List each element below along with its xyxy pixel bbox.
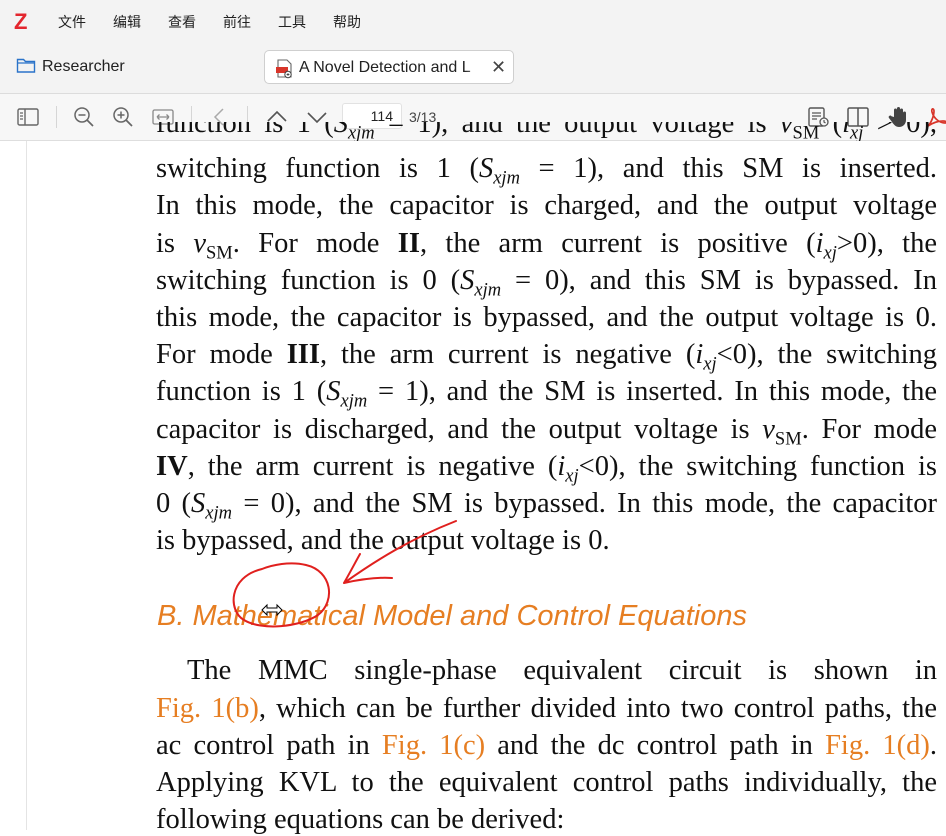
- tab-library[interactable]: Researcher: [16, 56, 125, 78]
- menu-help[interactable]: 帮助: [333, 12, 361, 32]
- close-tab-icon[interactable]: ✕: [491, 57, 506, 78]
- menu-file[interactable]: 文件: [58, 12, 86, 32]
- resize-cursor-icon: [260, 593, 284, 625]
- ink-arrow: [343, 520, 457, 584]
- zoom-in-icon[interactable]: [111, 105, 135, 129]
- pdf-page: function is 1 (Sxjm = 1), and the output…: [0, 122, 946, 835]
- app-logo[interactable]: Z: [14, 9, 27, 35]
- menu-go[interactable]: 前往: [223, 12, 251, 32]
- clipped-text-line: function is 1 (Sxjm = 1), and the output…: [156, 122, 937, 141]
- pdf-file-icon: [275, 59, 295, 84]
- menu-edit[interactable]: 编辑: [113, 12, 141, 32]
- sidebar-toggle-icon[interactable]: [16, 105, 40, 129]
- ink-annotation: [232, 520, 457, 628]
- tab-bar: Researcher A Novel Detection and L ✕: [0, 42, 946, 94]
- tab-library-label: Researcher: [42, 58, 125, 75]
- folder-icon: [16, 56, 36, 79]
- menu-tools[interactable]: 工具: [278, 12, 306, 32]
- tab-document-label: A Novel Detection and L: [299, 59, 471, 76]
- tab-document[interactable]: A Novel Detection and L ✕: [264, 50, 514, 84]
- toolbar-divider: [56, 106, 57, 128]
- zoom-out-icon[interactable]: [72, 105, 96, 129]
- menu-view[interactable]: 查看: [168, 12, 196, 32]
- menu-bar: Z 文件 编辑 查看 前往 工具 帮助: [0, 0, 946, 42]
